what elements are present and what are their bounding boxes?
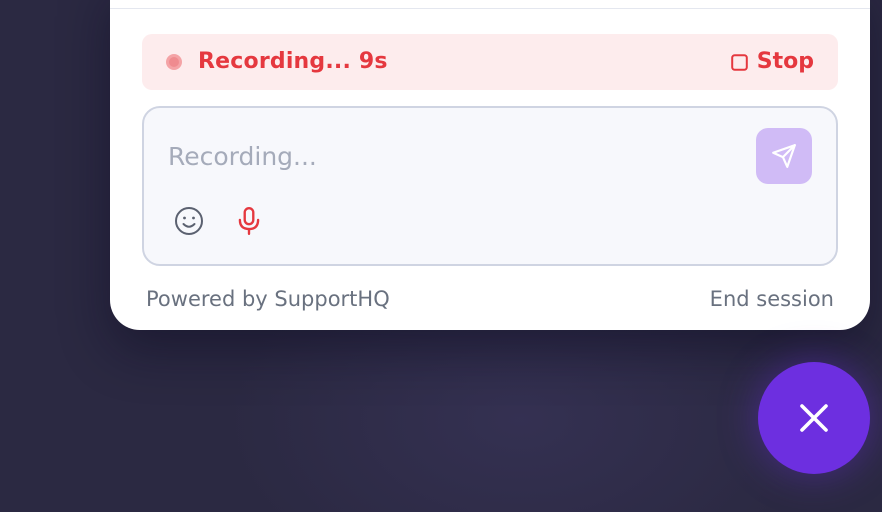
message-input[interactable] <box>168 138 728 174</box>
end-session-link[interactable]: End session <box>710 285 834 313</box>
message-composer <box>142 106 838 266</box>
emoji-button[interactable] <box>172 204 206 238</box>
microphone-button[interactable] <box>232 204 266 238</box>
stop-label: Stop <box>756 49 814 74</box>
microphone-icon <box>238 206 260 236</box>
recording-status-text: Recording... 9s <box>198 49 388 74</box>
square-stop-icon <box>730 53 748 71</box>
send-button[interactable] <box>756 128 812 184</box>
stop-recording-button[interactable]: Stop <box>730 48 814 76</box>
paper-plane-icon <box>772 144 796 168</box>
smiley-icon <box>175 207 203 235</box>
header-divider <box>110 8 870 9</box>
chat-widget-panel: Recording... 9s Stop Recording... Powere… <box>110 0 870 330</box>
recording-banner: Recording... 9s Stop <box>142 34 838 90</box>
close-chat-button[interactable] <box>758 362 870 474</box>
recording-dot-icon <box>166 54 182 70</box>
powered-by-text: Powered by SupportHQ <box>146 287 390 311</box>
close-x-icon <box>800 404 828 432</box>
